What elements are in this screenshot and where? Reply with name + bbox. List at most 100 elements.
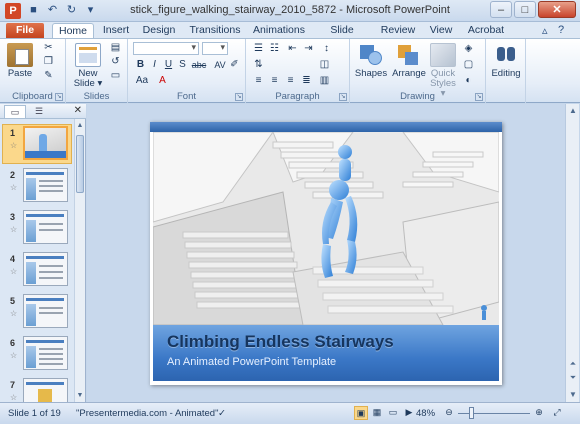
slide-thumbnail[interactable] xyxy=(23,168,68,202)
align-center-icon[interactable]: ≡ xyxy=(268,75,281,87)
clear-format-icon[interactable]: ✐ xyxy=(228,59,241,71)
justify-icon[interactable]: ≣ xyxy=(300,75,313,87)
help-icon[interactable]: ? xyxy=(558,24,564,36)
paragraph-launcher-icon[interactable]: ↘ xyxy=(339,93,347,101)
minimize-ribbon-icon[interactable]: ▵ xyxy=(542,24,548,37)
shadow-button[interactable]: S xyxy=(176,59,189,71)
clipboard-launcher-icon[interactable]: ↘ xyxy=(55,93,63,101)
strikethrough-button[interactable]: abc xyxy=(190,59,208,71)
font-color-button[interactable]: A xyxy=(156,75,169,87)
paste-button[interactable]: Paste xyxy=(6,43,34,79)
italic-button[interactable]: I xyxy=(148,59,161,71)
zoom-out-icon[interactable]: ⊖ xyxy=(442,406,456,420)
bold-button[interactable]: B xyxy=(134,59,147,71)
slide-title[interactable]: Climbing Endless Stairways xyxy=(167,332,394,352)
tab-design[interactable]: Design xyxy=(140,23,178,39)
char-spacing-button[interactable]: AV xyxy=(212,59,228,71)
font-launcher-icon[interactable]: ↘ xyxy=(235,93,243,101)
section-icon[interactable]: ▭ xyxy=(109,70,122,82)
font-name-combo[interactable] xyxy=(133,42,199,55)
slides-panel-scrollbar[interactable]: ▲ ▼ xyxy=(74,119,85,402)
scroll-down-icon[interactable]: ▼ xyxy=(567,389,579,401)
spellcheck-icon[interactable]: ✓ xyxy=(218,408,226,419)
save-icon[interactable]: ■ xyxy=(26,3,41,18)
tab-slide-show[interactable]: Slide Show xyxy=(316,23,368,51)
slide-thumbnail[interactable] xyxy=(23,210,68,244)
numbering-icon[interactable]: ☷ xyxy=(268,43,281,55)
tab-review[interactable]: Review xyxy=(378,23,418,39)
shape-fill-icon[interactable]: ◈ xyxy=(462,43,475,55)
slide-thumbnail-row[interactable]: 2 ☆ xyxy=(0,168,74,208)
undo-icon[interactable]: ↶ xyxy=(45,3,60,18)
reading-view-icon[interactable]: ▭ xyxy=(386,406,400,420)
zoom-in-icon[interactable]: ⊕ xyxy=(532,406,546,420)
tab-acrobat[interactable]: Acrobat xyxy=(464,23,508,39)
tab-file[interactable]: File xyxy=(6,23,44,39)
scroll-up-icon[interactable]: ▲ xyxy=(567,105,579,117)
previous-slide-icon[interactable]: ⏶ xyxy=(567,358,579,370)
columns-icon[interactable]: ▥ xyxy=(318,75,331,87)
align-left-icon[interactable]: ≡ xyxy=(252,75,265,87)
slide-thumbnail[interactable] xyxy=(23,336,68,370)
redo-icon[interactable]: ↻ xyxy=(64,3,79,18)
slide-thumbnail[interactable] xyxy=(23,294,68,328)
text-direction-icon[interactable]: ⇅ xyxy=(252,59,265,71)
slide-thumbnail-row[interactable]: 4 ☆ xyxy=(0,252,74,292)
tab-transitions[interactable]: Transitions xyxy=(186,23,244,39)
format-painter-icon[interactable]: ✎ xyxy=(42,70,55,82)
slide-thumbnail[interactable] xyxy=(23,126,68,160)
bullets-icon[interactable]: ☰ xyxy=(252,43,265,55)
close-panel-icon[interactable]: ✕ xyxy=(74,105,82,116)
slide-thumbnail-row[interactable]: 3 ☆ xyxy=(0,210,74,250)
layout-icon[interactable]: ▤ xyxy=(109,42,122,54)
line-spacing-icon[interactable]: ↕ xyxy=(320,43,333,55)
editing-button[interactable]: Editing xyxy=(488,43,524,79)
slide-thumbnail[interactable] xyxy=(23,378,68,402)
scrollbar-thumb[interactable] xyxy=(76,135,84,193)
increase-indent-icon[interactable]: ⇥ xyxy=(302,43,315,55)
copy-icon[interactable]: ❐ xyxy=(42,56,55,68)
close-icon[interactable]: ✕ xyxy=(538,1,576,18)
decrease-indent-icon[interactable]: ⇤ xyxy=(286,43,299,55)
slide-sorter-icon[interactable]: ▦ xyxy=(370,406,384,420)
font-size-combo[interactable] xyxy=(202,42,228,55)
slide-thumbnail[interactable] xyxy=(23,252,68,286)
tab-insert[interactable]: Insert xyxy=(98,23,134,39)
new-slide-button[interactable]: New Slide ▾ xyxy=(72,43,104,89)
next-slide-icon[interactable]: ⏷ xyxy=(567,372,579,384)
workspace-scrollbar[interactable]: ▲ ⏶ ⏷ ▼ xyxy=(565,104,579,402)
tab-home[interactable]: Home xyxy=(52,23,94,39)
underline-button[interactable]: U xyxy=(162,59,175,71)
tab-view[interactable]: View xyxy=(426,23,456,39)
maximize-icon[interactable]: □ xyxy=(514,1,536,18)
slide-thumbnail-row[interactable]: 5 ☆ xyxy=(0,294,74,334)
scroll-up-icon[interactable]: ▲ xyxy=(75,120,85,131)
slideshow-view-icon[interactable]: ▶ xyxy=(402,406,416,420)
drawing-launcher-icon[interactable]: ↘ xyxy=(475,93,483,101)
shapes-button[interactable]: Shapes xyxy=(354,43,388,79)
normal-view-icon[interactable]: ▣ xyxy=(354,406,368,420)
powerpoint-icon[interactable]: P xyxy=(5,3,21,19)
zoom-level[interactable]: 48% xyxy=(416,408,435,419)
zoom-slider-thumb[interactable] xyxy=(469,407,474,419)
customize-icon[interactable]: ▾ xyxy=(83,3,98,18)
smartart-icon[interactable]: ◫ xyxy=(318,59,331,71)
outline-tab-icon[interactable]: ☰ xyxy=(28,105,50,118)
change-case-button[interactable]: Aa xyxy=(134,75,150,87)
slides-tab-icon[interactable]: ▭ xyxy=(4,105,26,118)
align-right-icon[interactable]: ≡ xyxy=(284,75,297,87)
fit-to-window-icon[interactable]: ⤢ xyxy=(550,406,564,420)
slide-thumbnail-row[interactable]: 7 ☆ xyxy=(0,378,74,402)
arrange-button[interactable]: Arrange xyxy=(390,43,428,79)
shape-outline-icon[interactable]: ▢ xyxy=(462,59,475,71)
cut-icon[interactable]: ✂ xyxy=(42,42,55,54)
scroll-down-icon[interactable]: ▼ xyxy=(75,390,85,401)
current-slide[interactable]: Climbing Endless Stairways An Animated P… xyxy=(150,122,502,385)
slide-subtitle[interactable]: An Animated PowerPoint Template xyxy=(167,356,336,368)
minimize-icon[interactable]: – xyxy=(490,1,512,18)
reset-icon[interactable]: ↺ xyxy=(109,56,122,68)
slide-thumbnail-row[interactable]: 1 ☆ xyxy=(0,126,74,166)
shape-effects-icon[interactable]: ◐ xyxy=(462,75,475,87)
slide-thumbnail-row[interactable]: 6 ☆ xyxy=(0,336,74,376)
tab-animations[interactable]: Animations xyxy=(250,23,308,39)
